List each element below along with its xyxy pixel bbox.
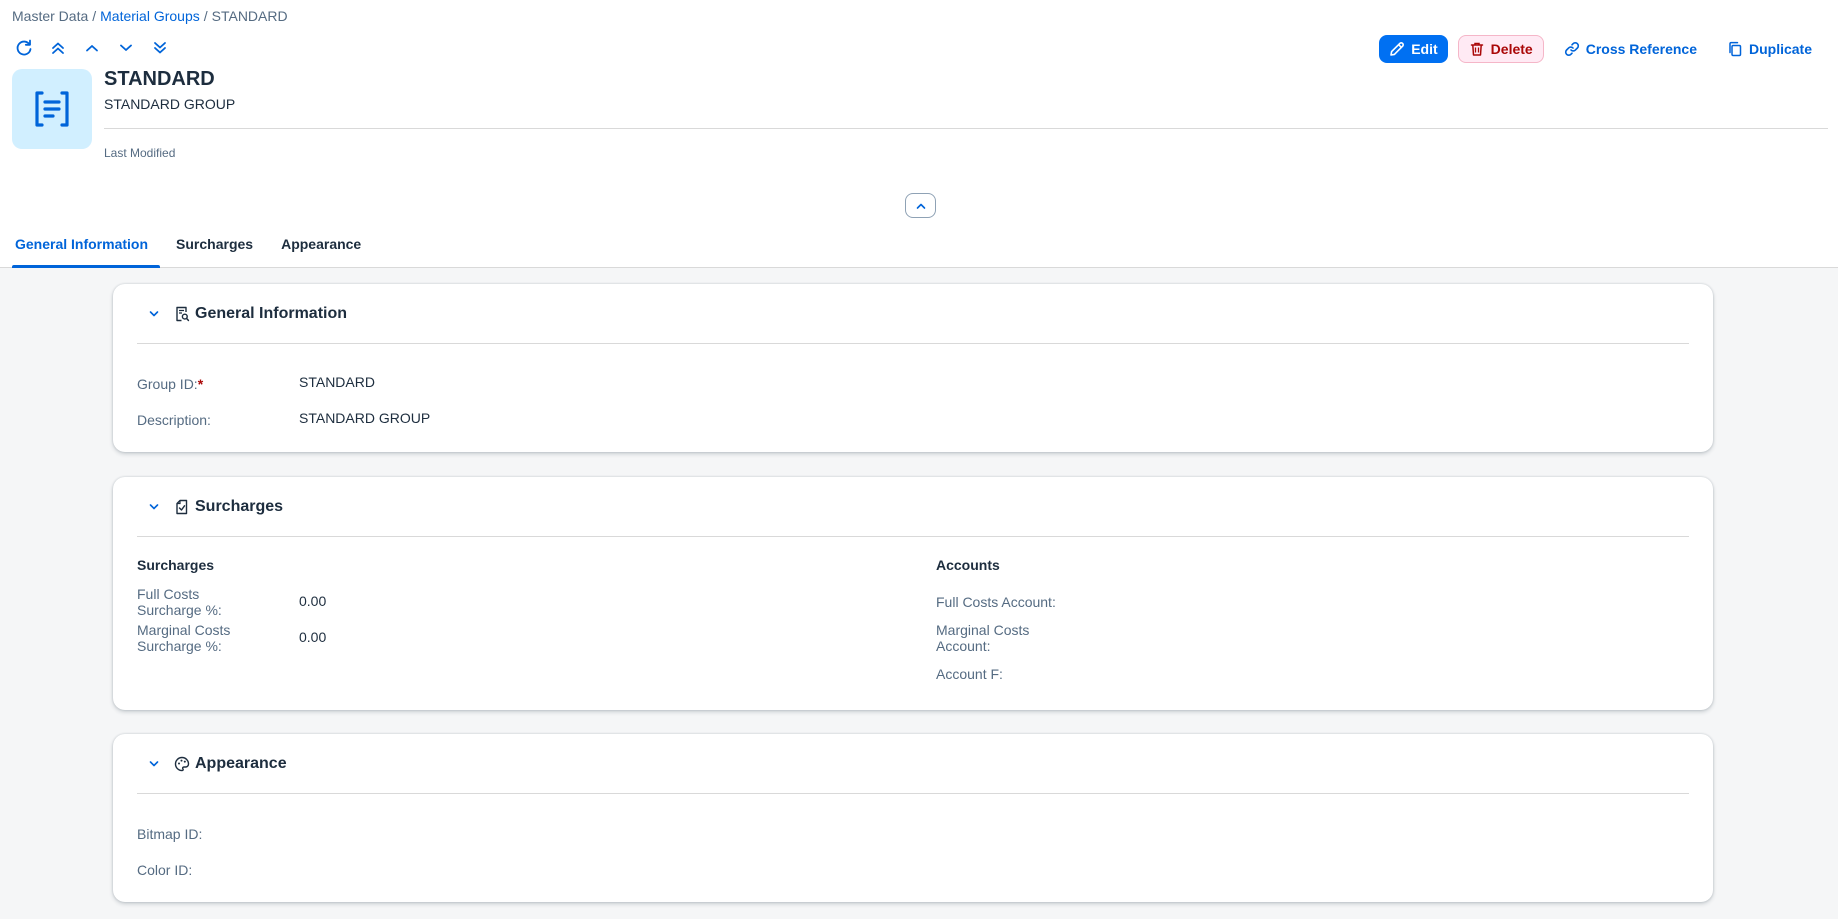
marginal-costs-surcharge-value: 0.00	[299, 629, 327, 645]
marginal-costs-surcharge-label: Marginal Costs Surcharge %:	[137, 622, 231, 654]
object-page-header: Master Data / Material Groups / STANDARD Edi…	[0, 0, 1838, 268]
page-title: STANDARD	[104, 68, 215, 90]
collapse-header-button[interactable]	[905, 193, 936, 218]
section-title: General Information	[195, 304, 348, 322]
next-record-button[interactable]	[116, 38, 136, 58]
account-f-label: Account F:	[936, 666, 1003, 682]
cross-reference-button-label: Cross Reference	[1585, 41, 1697, 57]
section-general-information: General Information Group ID:* STANDARD …	[113, 284, 1713, 452]
accounts-group-title: Accounts	[936, 557, 1000, 573]
bitmap-id-label: Bitmap ID:	[137, 826, 203, 842]
tab-bar: General Information Surcharges Appearanc…	[0, 232, 375, 268]
group-id-label-text: Group ID:	[137, 376, 198, 392]
last-record-button[interactable]	[150, 38, 170, 58]
group-id-label: Group ID:*	[137, 376, 203, 392]
breadcrumb-current: STANDARD	[211, 8, 288, 24]
breadcrumb-separator: /	[203, 8, 208, 24]
palette-icon	[173, 755, 191, 773]
page-subtitle: STANDARD GROUP	[104, 96, 236, 112]
section-header: General Information	[137, 284, 1689, 344]
chevron-up-icon	[86, 45, 98, 52]
double-chevron-up-icon	[52, 42, 64, 54]
pencil-icon	[1390, 42, 1405, 56]
duplicate-button-label: Duplicate	[1748, 41, 1812, 57]
delete-button-label: Delete	[1490, 41, 1533, 57]
section-header: Appearance	[137, 734, 1689, 794]
required-indicator: *	[197, 376, 204, 392]
full-costs-surcharge-value: 0.00	[299, 593, 327, 609]
header-actions: Edit Delete Cross Reference Duplicate	[1379, 35, 1822, 63]
breadcrumb-separator: /	[92, 8, 97, 24]
delete-button[interactable]: Delete	[1457, 35, 1544, 63]
object-avatar	[12, 69, 92, 149]
surcharges-group-title: Surcharges	[137, 557, 215, 573]
breadcrumb: Master Data / Material Groups / STANDARD	[12, 8, 288, 24]
trash-icon	[1470, 42, 1483, 56]
group-id-value: STANDARD	[299, 374, 375, 390]
breadcrumb-root: Master Data	[12, 8, 89, 24]
header-divider	[104, 128, 1828, 129]
chevron-up-icon	[916, 203, 925, 209]
edit-button-label: Edit	[1411, 41, 1438, 57]
description-value: STANDARD GROUP	[299, 410, 431, 426]
copy-icon	[1729, 41, 1742, 57]
document-check-icon	[173, 498, 191, 516]
first-record-button[interactable]	[48, 38, 68, 58]
full-costs-account-label: Full Costs Account:	[936, 594, 1056, 610]
section-collapse-toggle[interactable]	[145, 498, 163, 516]
color-id-label: Color ID:	[137, 862, 193, 878]
chevron-down-icon	[149, 760, 159, 766]
document-search-icon	[173, 305, 191, 323]
duplicate-button[interactable]: Duplicate	[1717, 35, 1822, 63]
full-costs-surcharge-label: Full Costs Surcharge %:	[137, 586, 222, 618]
section-title: Surcharges	[195, 497, 284, 515]
chevron-down-icon	[149, 503, 159, 509]
section-appearance: Appearance Bitmap ID: Color ID:	[113, 734, 1713, 902]
marginal-costs-account-label: Marginal Costs Account:	[936, 622, 1030, 654]
chevron-down-icon	[120, 44, 132, 51]
description-label: Description:	[137, 412, 211, 428]
document-brackets-icon	[35, 91, 69, 127]
previous-record-button[interactable]	[82, 38, 102, 58]
refresh-icon	[16, 39, 32, 56]
double-chevron-down-icon	[154, 42, 166, 54]
tab-general-information[interactable]: General Information	[0, 232, 162, 268]
record-navigation	[14, 38, 170, 58]
section-surcharges: Surcharges Surcharges Full Costs Surchar…	[113, 477, 1713, 710]
last-modified-label: Last Modified	[104, 146, 176, 160]
refresh-button[interactable]	[14, 38, 34, 58]
tab-appearance[interactable]: Appearance	[267, 232, 375, 268]
chevron-down-icon	[149, 310, 159, 316]
section-collapse-toggle[interactable]	[145, 305, 163, 323]
link-icon	[1564, 42, 1579, 56]
cross-reference-button[interactable]: Cross Reference	[1554, 35, 1707, 63]
section-header: Surcharges	[137, 477, 1689, 537]
section-collapse-toggle[interactable]	[145, 755, 163, 773]
tab-surcharges[interactable]: Surcharges	[162, 232, 267, 268]
section-title: Appearance	[195, 754, 287, 772]
breadcrumb-link-material-groups[interactable]: Material Groups	[100, 8, 200, 24]
edit-button[interactable]: Edit	[1379, 35, 1448, 63]
